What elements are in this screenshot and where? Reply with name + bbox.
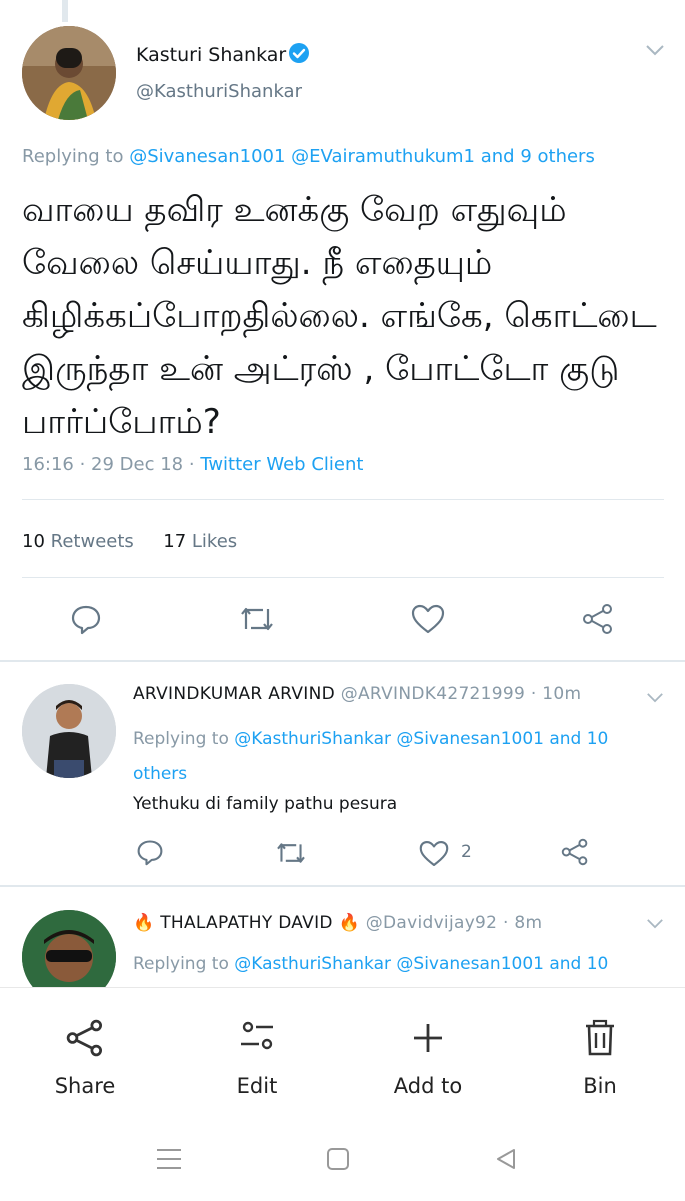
share-label: Share — [54, 1074, 116, 1098]
replying-to-label: Replying to — [133, 729, 229, 749]
divider — [0, 660, 685, 662]
avatar[interactable] — [22, 26, 116, 120]
replying-to-users[interactable]: @Sivanesan1001 @EVairamuthukum1 — [129, 146, 475, 167]
avatar[interactable] — [22, 684, 116, 778]
bin-button[interactable]: Bin — [525, 1018, 675, 1098]
like-icon[interactable] — [411, 604, 445, 634]
share-button[interactable]: Share — [10, 1018, 160, 1098]
bottom-action-bar: Share Edit Add to Bin — [0, 987, 685, 1201]
add-icon — [353, 1018, 503, 1062]
add-to-button[interactable]: Add to — [353, 1018, 503, 1098]
tweet-meta: 16:16 · 29 Dec 18 · Twitter Web Client — [22, 454, 363, 475]
reply-author-line: 🔥 THALAPATHY DAVID 🔥 @Davidvijay92 · 8m — [133, 913, 542, 933]
reply-time: · 10m — [530, 684, 582, 704]
tweet-stats: 10 Retweets 17 Likes — [22, 531, 237, 552]
share-icon[interactable] — [561, 838, 589, 866]
tweet-author-handle[interactable]: @KasthuriShankar — [136, 81, 302, 102]
reply-author-name[interactable]: THALAPATHY DAVID — [160, 913, 333, 933]
replying-to-users[interactable]: @KasthuriShankar @Sivanesan1001 and 10 — [234, 729, 608, 749]
add-to-label: Add to — [393, 1074, 463, 1098]
reply-author-name[interactable]: ARVINDKUMAR ARVIND — [133, 684, 335, 704]
reply-replying-to: Replying to @KasthuriShankar @Sivanesan1… — [133, 954, 608, 974]
replying-to-others[interactable]: and 9 others — [481, 146, 595, 167]
verified-icon — [288, 42, 310, 64]
chevron-down-icon[interactable] — [645, 44, 665, 56]
fire-emoji: 🔥 — [338, 913, 360, 933]
tweet-text: வாயை தவிர உனக்கு வேற எதுவும் வேலை செய்யா… — [22, 190, 657, 442]
tweet-author-name[interactable]: Kasturi Shankar — [136, 44, 286, 66]
reply-icon[interactable] — [70, 603, 102, 635]
edit-icon — [182, 1018, 332, 1062]
replying-to-label: Replying to — [22, 146, 124, 167]
reply-author-handle[interactable]: @Davidvijay92 — [366, 913, 498, 933]
edit-label: Edit — [236, 1074, 278, 1098]
chevron-down-icon[interactable] — [646, 692, 664, 703]
replying-to-users[interactable]: @KasthuriShankar @Sivanesan1001 and 10 — [234, 954, 608, 974]
bin-icon — [525, 1018, 675, 1062]
retweet-icon[interactable] — [275, 840, 307, 866]
reply-author-handle[interactable]: @ARVINDK42721999 — [341, 684, 525, 704]
fire-emoji: 🔥 — [133, 913, 155, 933]
reply-icon[interactable] — [136, 838, 164, 866]
home-icon[interactable] — [326, 1147, 350, 1171]
like-icon[interactable] — [419, 840, 449, 867]
share-icon — [10, 1018, 160, 1062]
menu-icon[interactable] — [156, 1147, 182, 1171]
retweet-icon[interactable] — [239, 604, 275, 634]
share-icon[interactable] — [582, 603, 614, 635]
retweets-stat[interactable]: 10 Retweets — [22, 531, 134, 552]
back-icon[interactable] — [494, 1147, 518, 1171]
divider — [22, 577, 664, 578]
divider — [0, 885, 685, 887]
divider — [22, 499, 664, 500]
replying-to-others[interactable]: others — [133, 764, 187, 784]
likes-stat[interactable]: 17 Likes — [163, 531, 237, 552]
tweet-timestamp: 16:16 · 29 Dec 18 · — [22, 454, 195, 475]
reply-author-line: ARVINDKUMAR ARVIND @ARVINDK42721999 · 10… — [133, 684, 581, 704]
reply-time: · 8m — [503, 913, 543, 933]
chevron-down-icon[interactable] — [646, 918, 664, 929]
reply-replying-to: Replying to @KasthuriShankar @Sivanesan1… — [133, 722, 653, 792]
replying-to-line: Replying to @Sivanesan1001 @EVairamuthuk… — [22, 146, 595, 167]
tweet-client[interactable]: Twitter Web Client — [200, 454, 363, 475]
thread-connector — [62, 0, 68, 22]
reply-text: Yethuku di family pathu pesura — [133, 794, 398, 814]
edit-button[interactable]: Edit — [182, 1018, 332, 1098]
like-count: 2 — [461, 842, 472, 862]
bin-label: Bin — [583, 1074, 617, 1098]
replying-to-label: Replying to — [133, 954, 229, 974]
